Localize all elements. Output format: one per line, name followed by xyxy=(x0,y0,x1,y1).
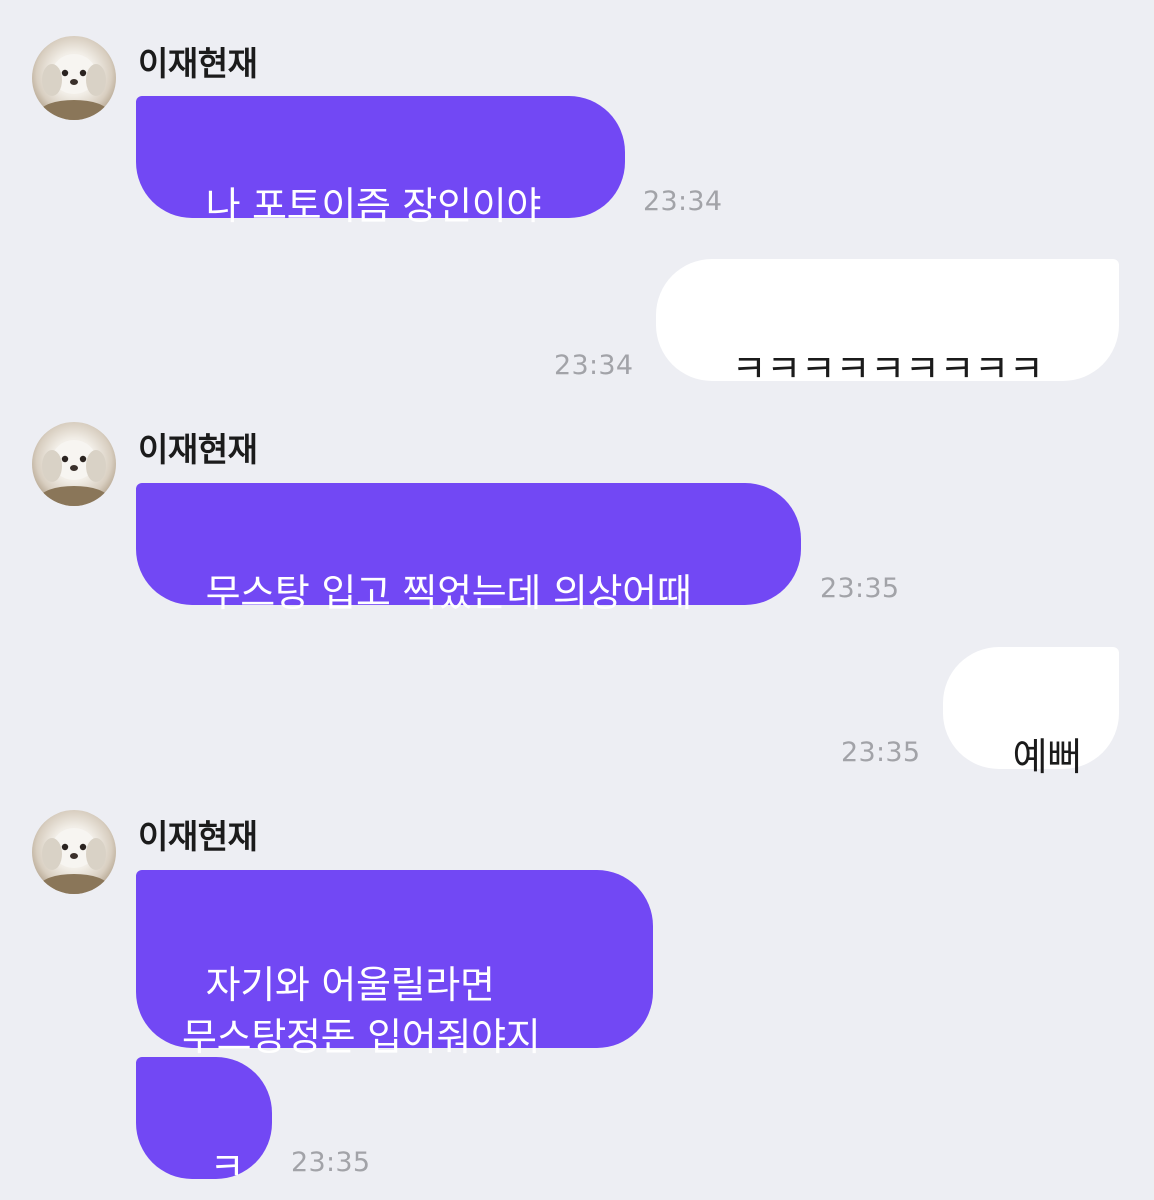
message-bubble-incoming[interactable]: 자기와 어울릴라면 무스탕정돈 입어줘야지 xyxy=(136,870,653,1059)
message-timestamp: 23:35 xyxy=(820,573,900,604)
message-text: 예뻐 xyxy=(1012,735,1083,779)
sender-avatar[interactable] xyxy=(32,36,116,120)
message-timestamp: 23:34 xyxy=(643,186,723,217)
dog-avatar-icon xyxy=(40,54,108,120)
sender-name: 이재현재 xyxy=(138,44,258,83)
message-text: 무스탕 입고 찍었는데 의상어때 xyxy=(205,571,692,615)
dog-avatar-icon xyxy=(40,440,108,506)
message-timestamp: 23:35 xyxy=(841,737,921,768)
sender-avatar[interactable] xyxy=(32,422,116,506)
message-timestamp: 23:35 xyxy=(291,1147,371,1178)
dog-avatar-icon xyxy=(40,828,108,894)
message-text: ㅋ xyxy=(209,1145,245,1189)
sender-avatar[interactable] xyxy=(32,810,116,894)
message-bubble-outgoing[interactable]: 예뻐 xyxy=(943,647,1119,779)
message-bubble-incoming[interactable]: 무스탕 입고 찍었는데 의상어때 xyxy=(136,483,801,615)
message-text: ㅋㅋㅋㅋㅋㅋㅋㅋㅋ xyxy=(731,347,1044,391)
message-bubble-outgoing[interactable]: ㅋㅋㅋㅋㅋㅋㅋㅋㅋ xyxy=(656,259,1119,391)
message-text: 나 포토이즘 장인이야 xyxy=(205,184,542,228)
sender-name: 이재현재 xyxy=(138,430,258,469)
message-bubble-incoming[interactable]: ㅋ xyxy=(136,1057,272,1189)
sender-name: 이재현재 xyxy=(138,817,258,856)
message-bubble-incoming[interactable]: 나 포토이즘 장인이야 xyxy=(136,96,625,228)
message-text: 자기와 어울릴라면 무스탕정돈 입어줘야지 xyxy=(182,963,541,1059)
message-timestamp: 23:34 xyxy=(554,350,634,381)
